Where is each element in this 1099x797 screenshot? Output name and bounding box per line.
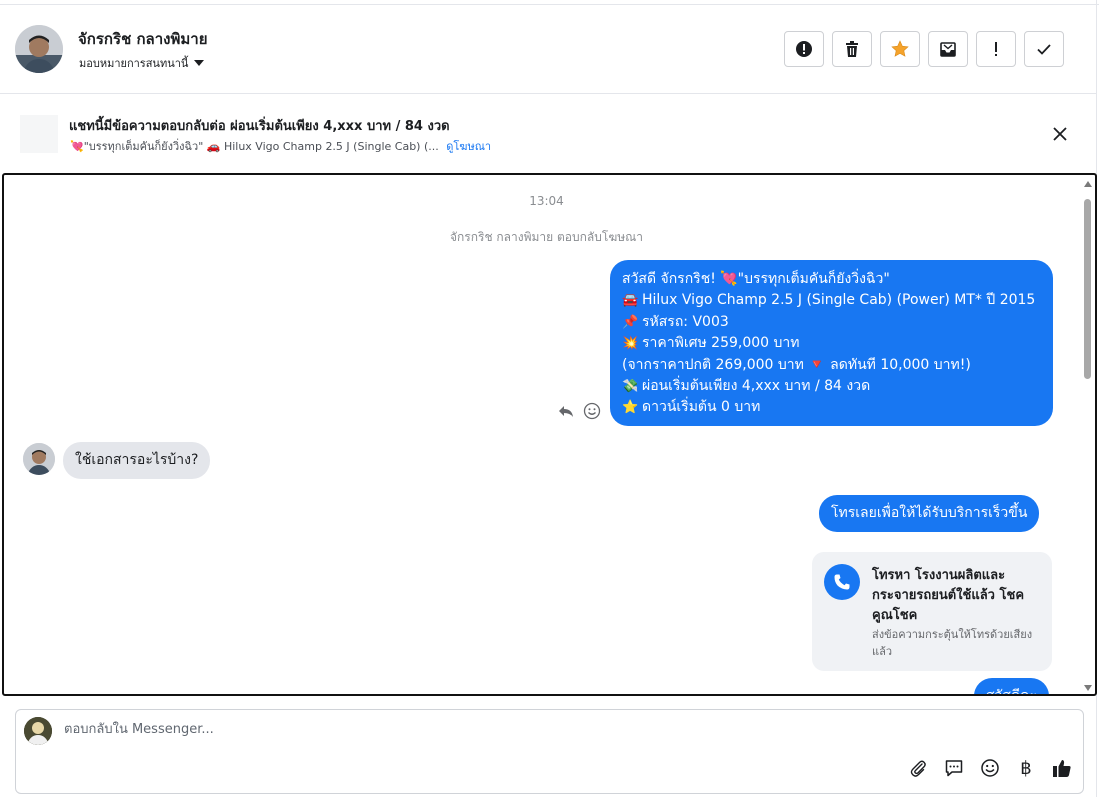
message-line: ⭐ ดาวน์เริ่มต้น 0 บาท — [622, 397, 1041, 418]
assign-label: มอบหมายการสนทนานี้ — [79, 57, 189, 70]
reply-input[interactable] — [64, 720, 864, 739]
attach-icon — [910, 760, 926, 777]
ad-subtitle: 💘"บรรทุกเต็มคันก็ยังวิ่งฉิว" 🚗 Hilux Vig… — [70, 137, 491, 155]
like-button[interactable] — [1051, 757, 1073, 779]
scroll-up-arrow-icon[interactable] — [1084, 181, 1092, 187]
composer-tools: ฿ — [907, 757, 1073, 779]
check-icon — [1037, 44, 1051, 55]
react-emoji-icon[interactable] — [583, 402, 601, 420]
outgoing-message-bubble[interactable]: โทรเลยเพื่อให้ได้รับบริการเร็วขึ้น — [819, 495, 1040, 532]
call-card-subtitle: ส่งข้อความกระตุ้นให้โทรด้วยเสียงแล้ว — [872, 628, 1033, 658]
contact-avatar-small[interactable] — [23, 443, 55, 475]
contact-avatar[interactable] — [15, 25, 63, 73]
delete-button[interactable] — [832, 31, 872, 67]
message-line-text: รหัสรถ: V003 — [642, 313, 729, 330]
saved-reply-button[interactable] — [943, 757, 965, 779]
ad-context-bar: แชทนี้มีข้อความตอบกลับต่อ ผ่อนเริ่มต้นเพ… — [0, 95, 1097, 171]
message-line-text: (จากราคาปกติ 269,000 บาท 🔻 ลดทันที 10,00… — [622, 356, 971, 373]
scroll-down-arrow-icon[interactable] — [1084, 685, 1092, 691]
money-wings-icon: 💸 — [622, 379, 639, 395]
page-avatar — [24, 717, 52, 745]
message-line-text: ดาวน์เริ่มต้น 0 บาท — [642, 399, 761, 416]
view-ad-link[interactable]: ดูโฆษณา — [446, 140, 491, 153]
important-button[interactable] — [976, 31, 1016, 67]
system-message: จักรกริช กลางพิมาย ตอบกลับโฆษณา — [449, 230, 644, 244]
pin-icon: 📌 — [622, 314, 639, 330]
incoming-message-bubble[interactable]: ใช้เอกสารอะไรบ้าง? — [63, 442, 211, 479]
phone-icon — [824, 564, 860, 600]
close-icon[interactable] — [1051, 125, 1069, 143]
call-request-card[interactable]: โทรหา โรงงานผลิตและกระจายรถยนต์ใช้แล้ว โ… — [812, 552, 1052, 671]
reply-icon[interactable] — [557, 402, 575, 420]
scrollbar[interactable] — [1083, 181, 1093, 691]
message-line-text: ราคาพิเศษ 259,000 บาท — [642, 335, 800, 352]
message-line-text: ผ่อนเริ่มต้นเพียง 4,xxx บาท / 84 งวด — [642, 378, 871, 395]
scrollbar-thumb[interactable] — [1084, 199, 1091, 379]
emoji-button[interactable] — [979, 757, 1001, 779]
ad-title: แชทนี้มีข้อความตอบกลับต่อ ผ่อนเริ่มต้นเพ… — [69, 119, 450, 134]
call-card-title: โทรหา โรงงานผลิตและกระจายรถยนต์ใช้แล้ว โ… — [872, 568, 1025, 623]
outgoing-message-bubble[interactable]: สวัสดี จักรกริช! 💘"บรรทุกเต็มคันก็ยังวิ่… — [610, 260, 1053, 426]
top-border — [0, 0, 1099, 5]
contact-name[interactable]: จักรกริช กลางพิมาย — [78, 27, 207, 51]
message-line: สวัสดี จักรกริช! 💘"บรรทุกเต็มคันก็ยังวิ่… — [622, 269, 1041, 290]
reply-composer: ฿ — [15, 709, 1084, 794]
message-line-text: Hilux Vigo Champ 2.5 J (Single Cab) (Pow… — [642, 292, 1036, 309]
baht-icon: ฿ — [1020, 757, 1032, 779]
car-icon: 🚘 — [622, 293, 639, 309]
conversation-toolbar — [784, 31, 1072, 67]
conversation-header: จักรกริช กลางพิมาย มอบหมายการสนทนานี้ — [0, 6, 1097, 94]
assign-conversation-dropdown[interactable]: มอบหมายการสนทนานี้ — [79, 54, 205, 72]
mark-unread-button[interactable] — [928, 31, 968, 67]
report-icon — [796, 41, 812, 57]
message-line: 📌 รหัสรถ: V003 — [622, 312, 1041, 333]
collision-icon: 💥 — [622, 336, 639, 352]
star-emoji-icon: ⭐ — [622, 400, 639, 416]
important-icon — [995, 42, 997, 56]
saved-reply-icon — [945, 760, 963, 777]
like-icon — [1053, 760, 1071, 777]
attach-button[interactable] — [907, 757, 929, 779]
message-line: 💸 ผ่อนเริ่มต้นเพียง 4,xxx บาท / 84 งวด — [622, 376, 1041, 397]
message-line-text: สวัสดี จักรกริช! 💘"บรรทุกเต็มคันก็ยังวิ่… — [622, 271, 890, 287]
star-icon — [891, 40, 909, 57]
message-actions — [557, 402, 601, 420]
mark-done-button[interactable] — [1024, 31, 1064, 67]
message-line: (จากราคาปกติ 269,000 บาท 🔻 ลดทันที 10,00… — [622, 355, 1041, 376]
star-button[interactable] — [880, 31, 920, 67]
message-line: 🚘 Hilux Vigo Champ 2.5 J (Single Cab) (Po… — [622, 290, 1041, 311]
trash-icon — [846, 41, 858, 57]
message-line: 💥 ราคาพิเศษ 259,000 บาท — [622, 333, 1041, 354]
emoji-icon — [981, 759, 999, 777]
ad-subtitle-text: 💘"บรรทุกเต็มคันก็ยังวิ่งฉิว" 🚗 Hilux Vig… — [70, 140, 439, 153]
payment-button[interactable]: ฿ — [1015, 757, 1037, 779]
message-timestamp: 13:04 — [529, 194, 564, 208]
outgoing-message-bubble[interactable]: สวัสดีคะ — [974, 678, 1049, 694]
ad-thumbnail — [20, 115, 58, 153]
mark-unread-icon — [940, 42, 956, 57]
chevron-down-icon — [194, 60, 205, 66]
report-button[interactable] — [784, 31, 824, 67]
conversation-thread[interactable]: 13:04 จักรกริช กลางพิมาย ตอบกลับโฆษณา สว… — [2, 173, 1097, 696]
